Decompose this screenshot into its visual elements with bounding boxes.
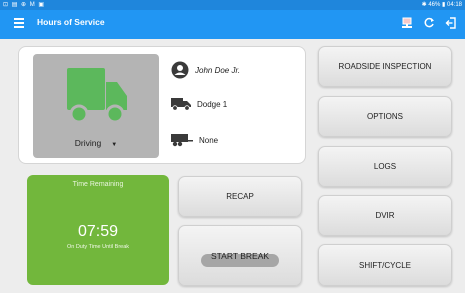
app-bar: Hours of Service <box>0 10 465 39</box>
dvir-label: DVIR <box>375 211 395 220</box>
roadside-inspection-label: ROADSIDE INSPECTION <box>338 62 432 71</box>
truck-small-icon <box>171 98 191 111</box>
logout-icon[interactable] <box>443 15 459 31</box>
notification-icons: ⊡ ▤ ⊕ M ▣ <box>3 2 46 8</box>
roadside-inspection-button[interactable]: ROADSIDE INSPECTION <box>318 46 452 87</box>
trailer-icon <box>171 134 193 147</box>
dvir-button[interactable]: DVIR <box>318 195 452 236</box>
trailer-name: None <box>199 135 219 145</box>
shift-cycle-button[interactable]: SHIFT/CYCLE <box>318 244 452 286</box>
time-remaining-label: Time Remaining <box>72 181 124 188</box>
refresh-icon[interactable] <box>421 15 437 31</box>
recap-button[interactable]: RECAP <box>178 176 302 217</box>
battery-clock: ✱ 46% ▮ 04:18 <box>421 2 462 8</box>
logs-label: LOGS <box>373 162 397 171</box>
time-remaining-sublabel: On Duty Time Until Break <box>66 244 130 250</box>
options-label: OPTIONS <box>366 112 403 121</box>
page-title: Hours of Service <box>37 17 105 27</box>
recap-label: RECAP <box>226 192 254 201</box>
duty-status-dropdown[interactable]: Driving ▼ <box>33 138 159 148</box>
upload-icon[interactable] <box>399 15 415 31</box>
driver-info-card: Driving ▼ John Doe Jr. Dodge 1 None <box>18 46 306 164</box>
truck-icon <box>67 68 127 124</box>
shift-cycle-label: SHIFT/CYCLE <box>358 260 411 270</box>
app-bar-actions <box>399 15 459 31</box>
duty-status-value: Driving <box>74 138 102 148</box>
options-button[interactable]: OPTIONS <box>318 96 452 137</box>
start-break-button[interactable]: START BREAK <box>178 225 302 286</box>
start-break-label: START BREAK <box>210 250 270 261</box>
menu-icon[interactable] <box>14 18 24 28</box>
duty-status-selector[interactable]: Driving ▼ <box>33 54 159 158</box>
account-circle-icon <box>171 61 189 79</box>
truck-row: Dodge 1 <box>171 97 227 111</box>
system-status-bar: ⊡ ▤ ⊕ M ▣ ✱ 46% ▮ 04:18 <box>0 0 465 10</box>
driver-row: John Doe Jr. <box>171 61 240 79</box>
driver-name: John Doe Jr. <box>195 65 241 75</box>
time-remaining-value: 07:59 <box>77 223 119 240</box>
truck-name: Dodge 1 <box>197 99 228 109</box>
time-remaining-panel[interactable]: Time Remaining 07:59 On Duty Time Until … <box>27 175 169 285</box>
caret-down-icon: ▼ <box>111 142 118 148</box>
logs-button[interactable]: LOGS <box>318 146 452 187</box>
trailer-row: None <box>171 133 218 147</box>
